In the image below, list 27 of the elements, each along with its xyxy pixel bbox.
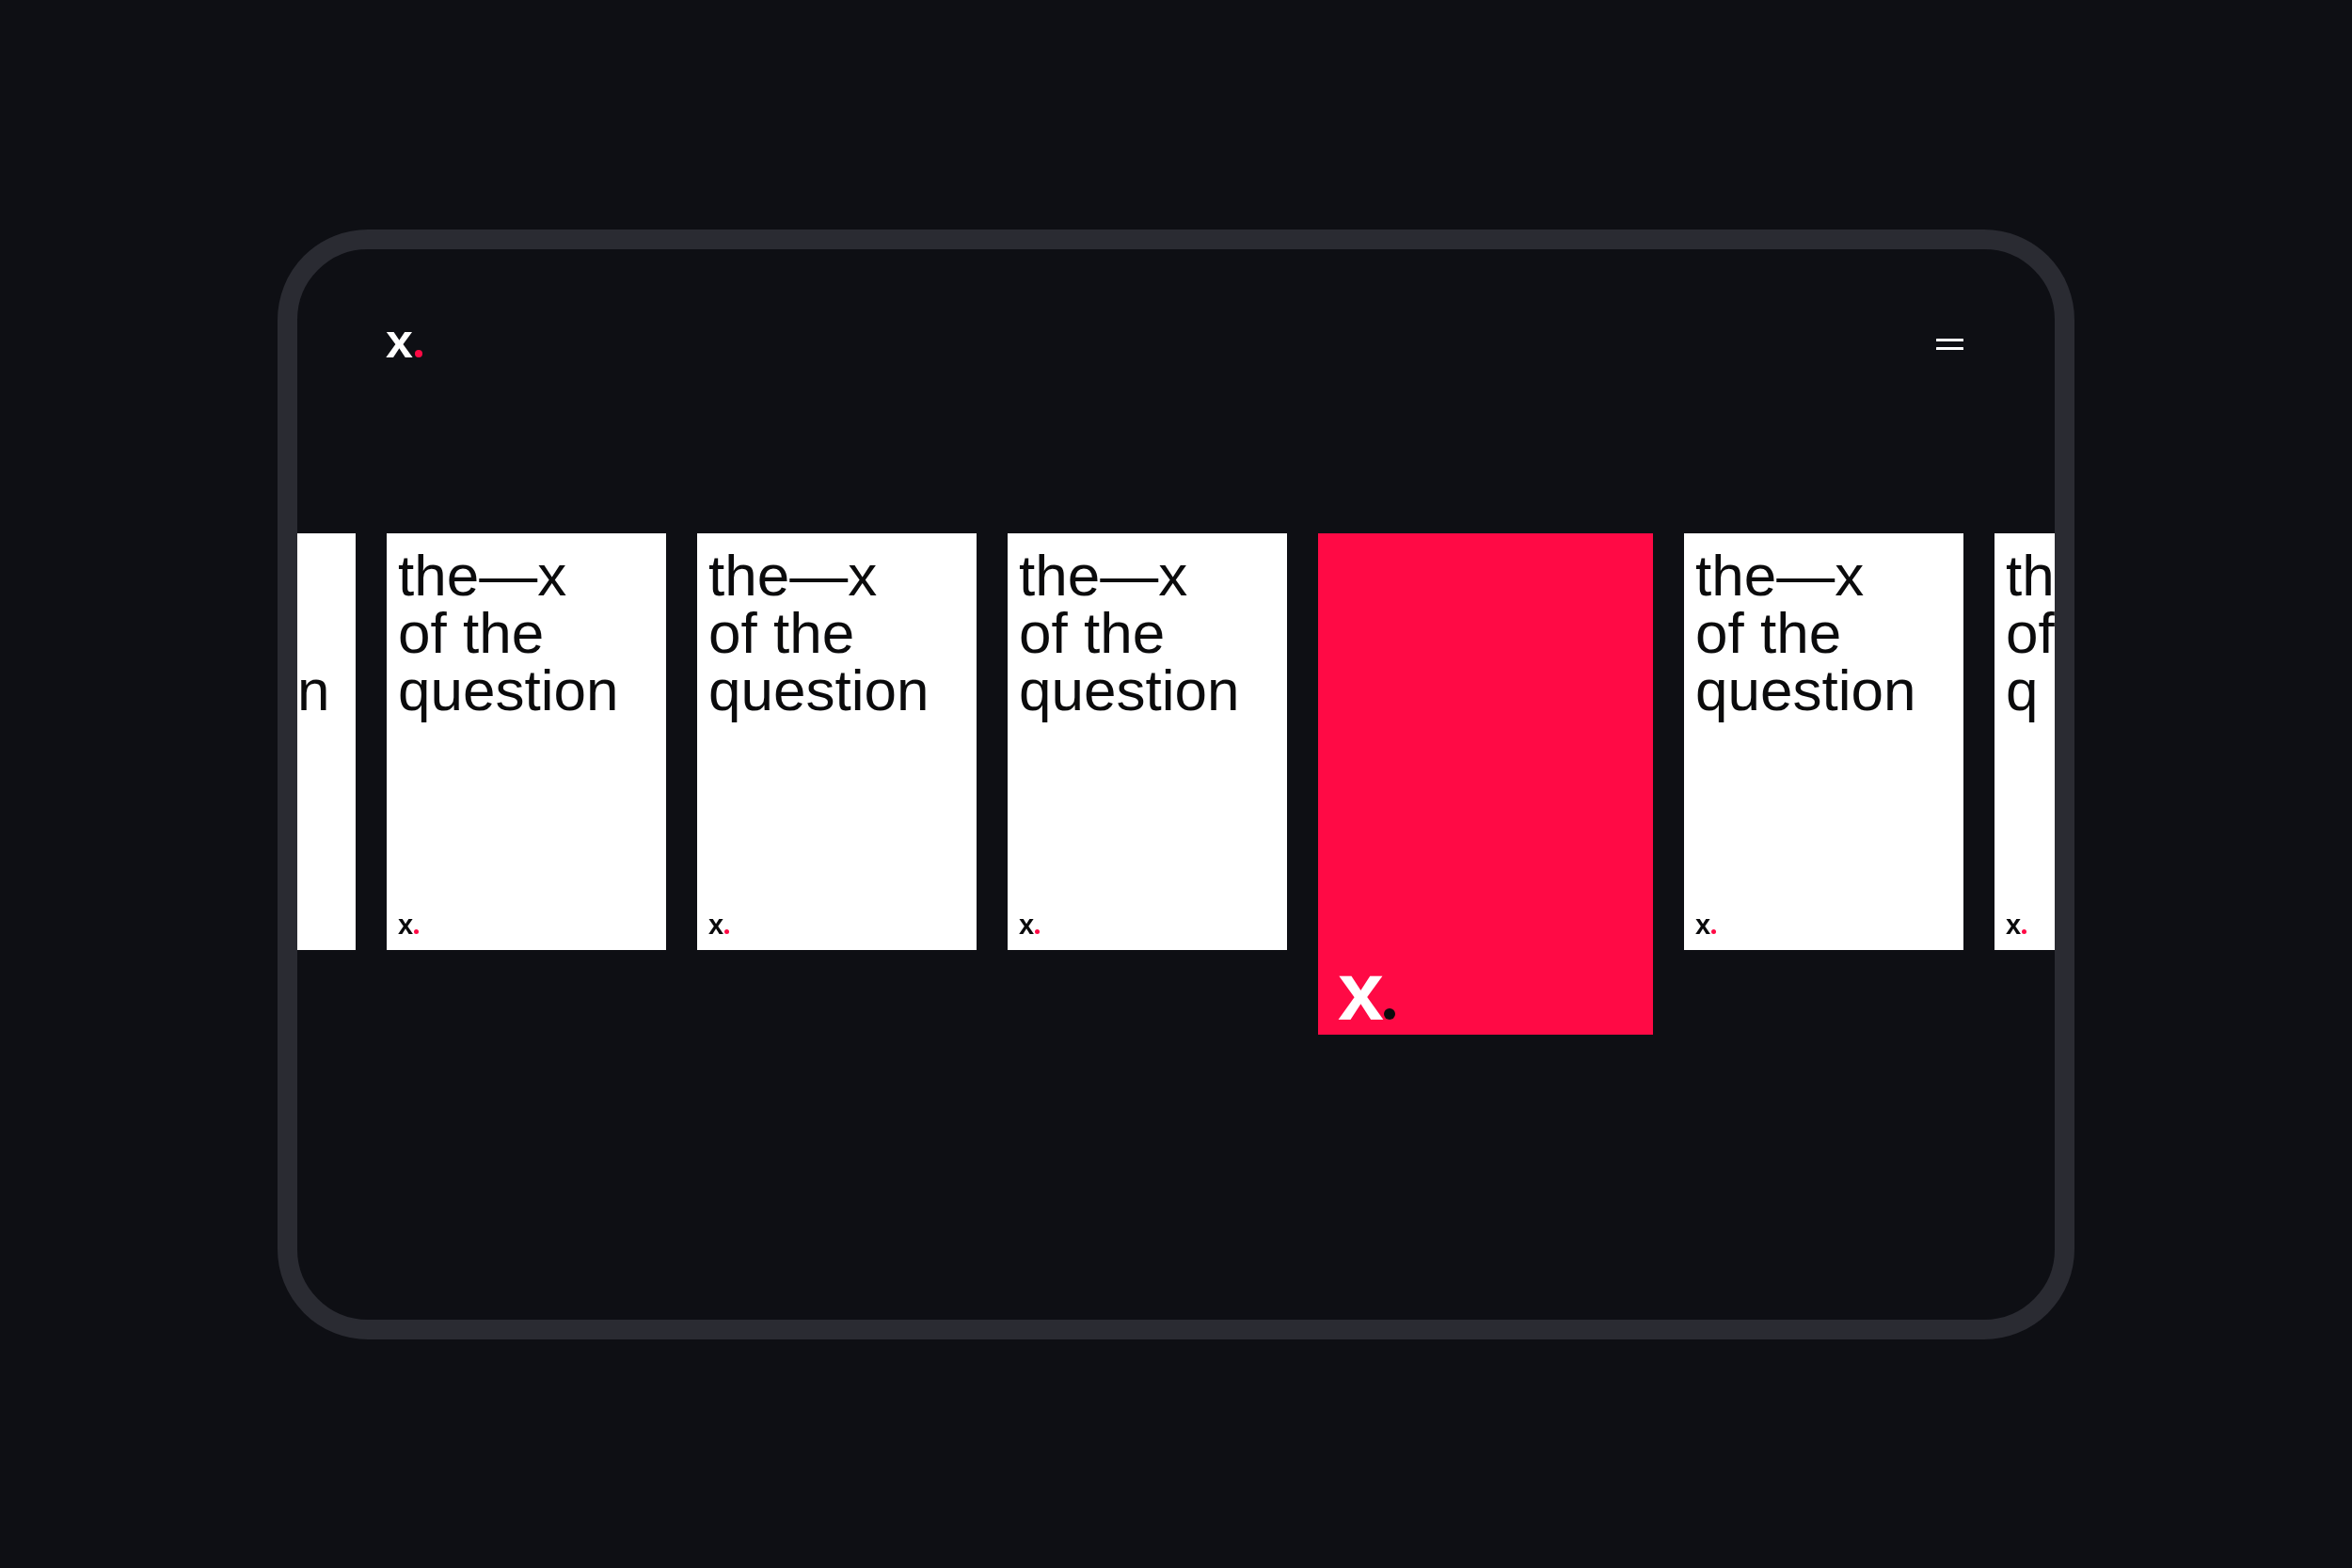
dot-icon xyxy=(2022,928,2027,934)
dot-icon xyxy=(414,928,420,934)
logo: x xyxy=(708,911,724,939)
poster-title-line: th xyxy=(2006,546,2055,604)
dot-icon xyxy=(724,928,730,934)
poster-title-line: the—x xyxy=(708,546,878,604)
logo: x xyxy=(2006,911,2022,939)
logo: x xyxy=(398,911,414,939)
menu-button[interactable] xyxy=(1936,338,1963,350)
poster-title-line: of the xyxy=(708,603,855,661)
dot-icon xyxy=(1711,928,1717,934)
logo: x xyxy=(1338,949,1384,1033)
menu-icon xyxy=(1936,338,1963,350)
poster-title-line: of the xyxy=(1019,603,1166,661)
poster-title-line: n xyxy=(297,660,330,719)
dot-icon xyxy=(1383,1007,1395,1020)
logo: x xyxy=(1695,911,1711,939)
poster-title-line: the—x xyxy=(1019,546,1188,604)
dot-icon xyxy=(1035,928,1041,934)
poster-title-line: of xyxy=(2006,603,2055,661)
logo: x xyxy=(1019,911,1035,939)
poster-title-line: of the xyxy=(1695,603,1842,661)
poster-title-line: of the xyxy=(398,603,545,661)
poster-title-line: the—x xyxy=(398,546,567,604)
dot-icon xyxy=(414,349,422,357)
poster-title-line: the—x xyxy=(1695,546,1865,604)
logo-link[interactable]: x xyxy=(386,315,422,365)
